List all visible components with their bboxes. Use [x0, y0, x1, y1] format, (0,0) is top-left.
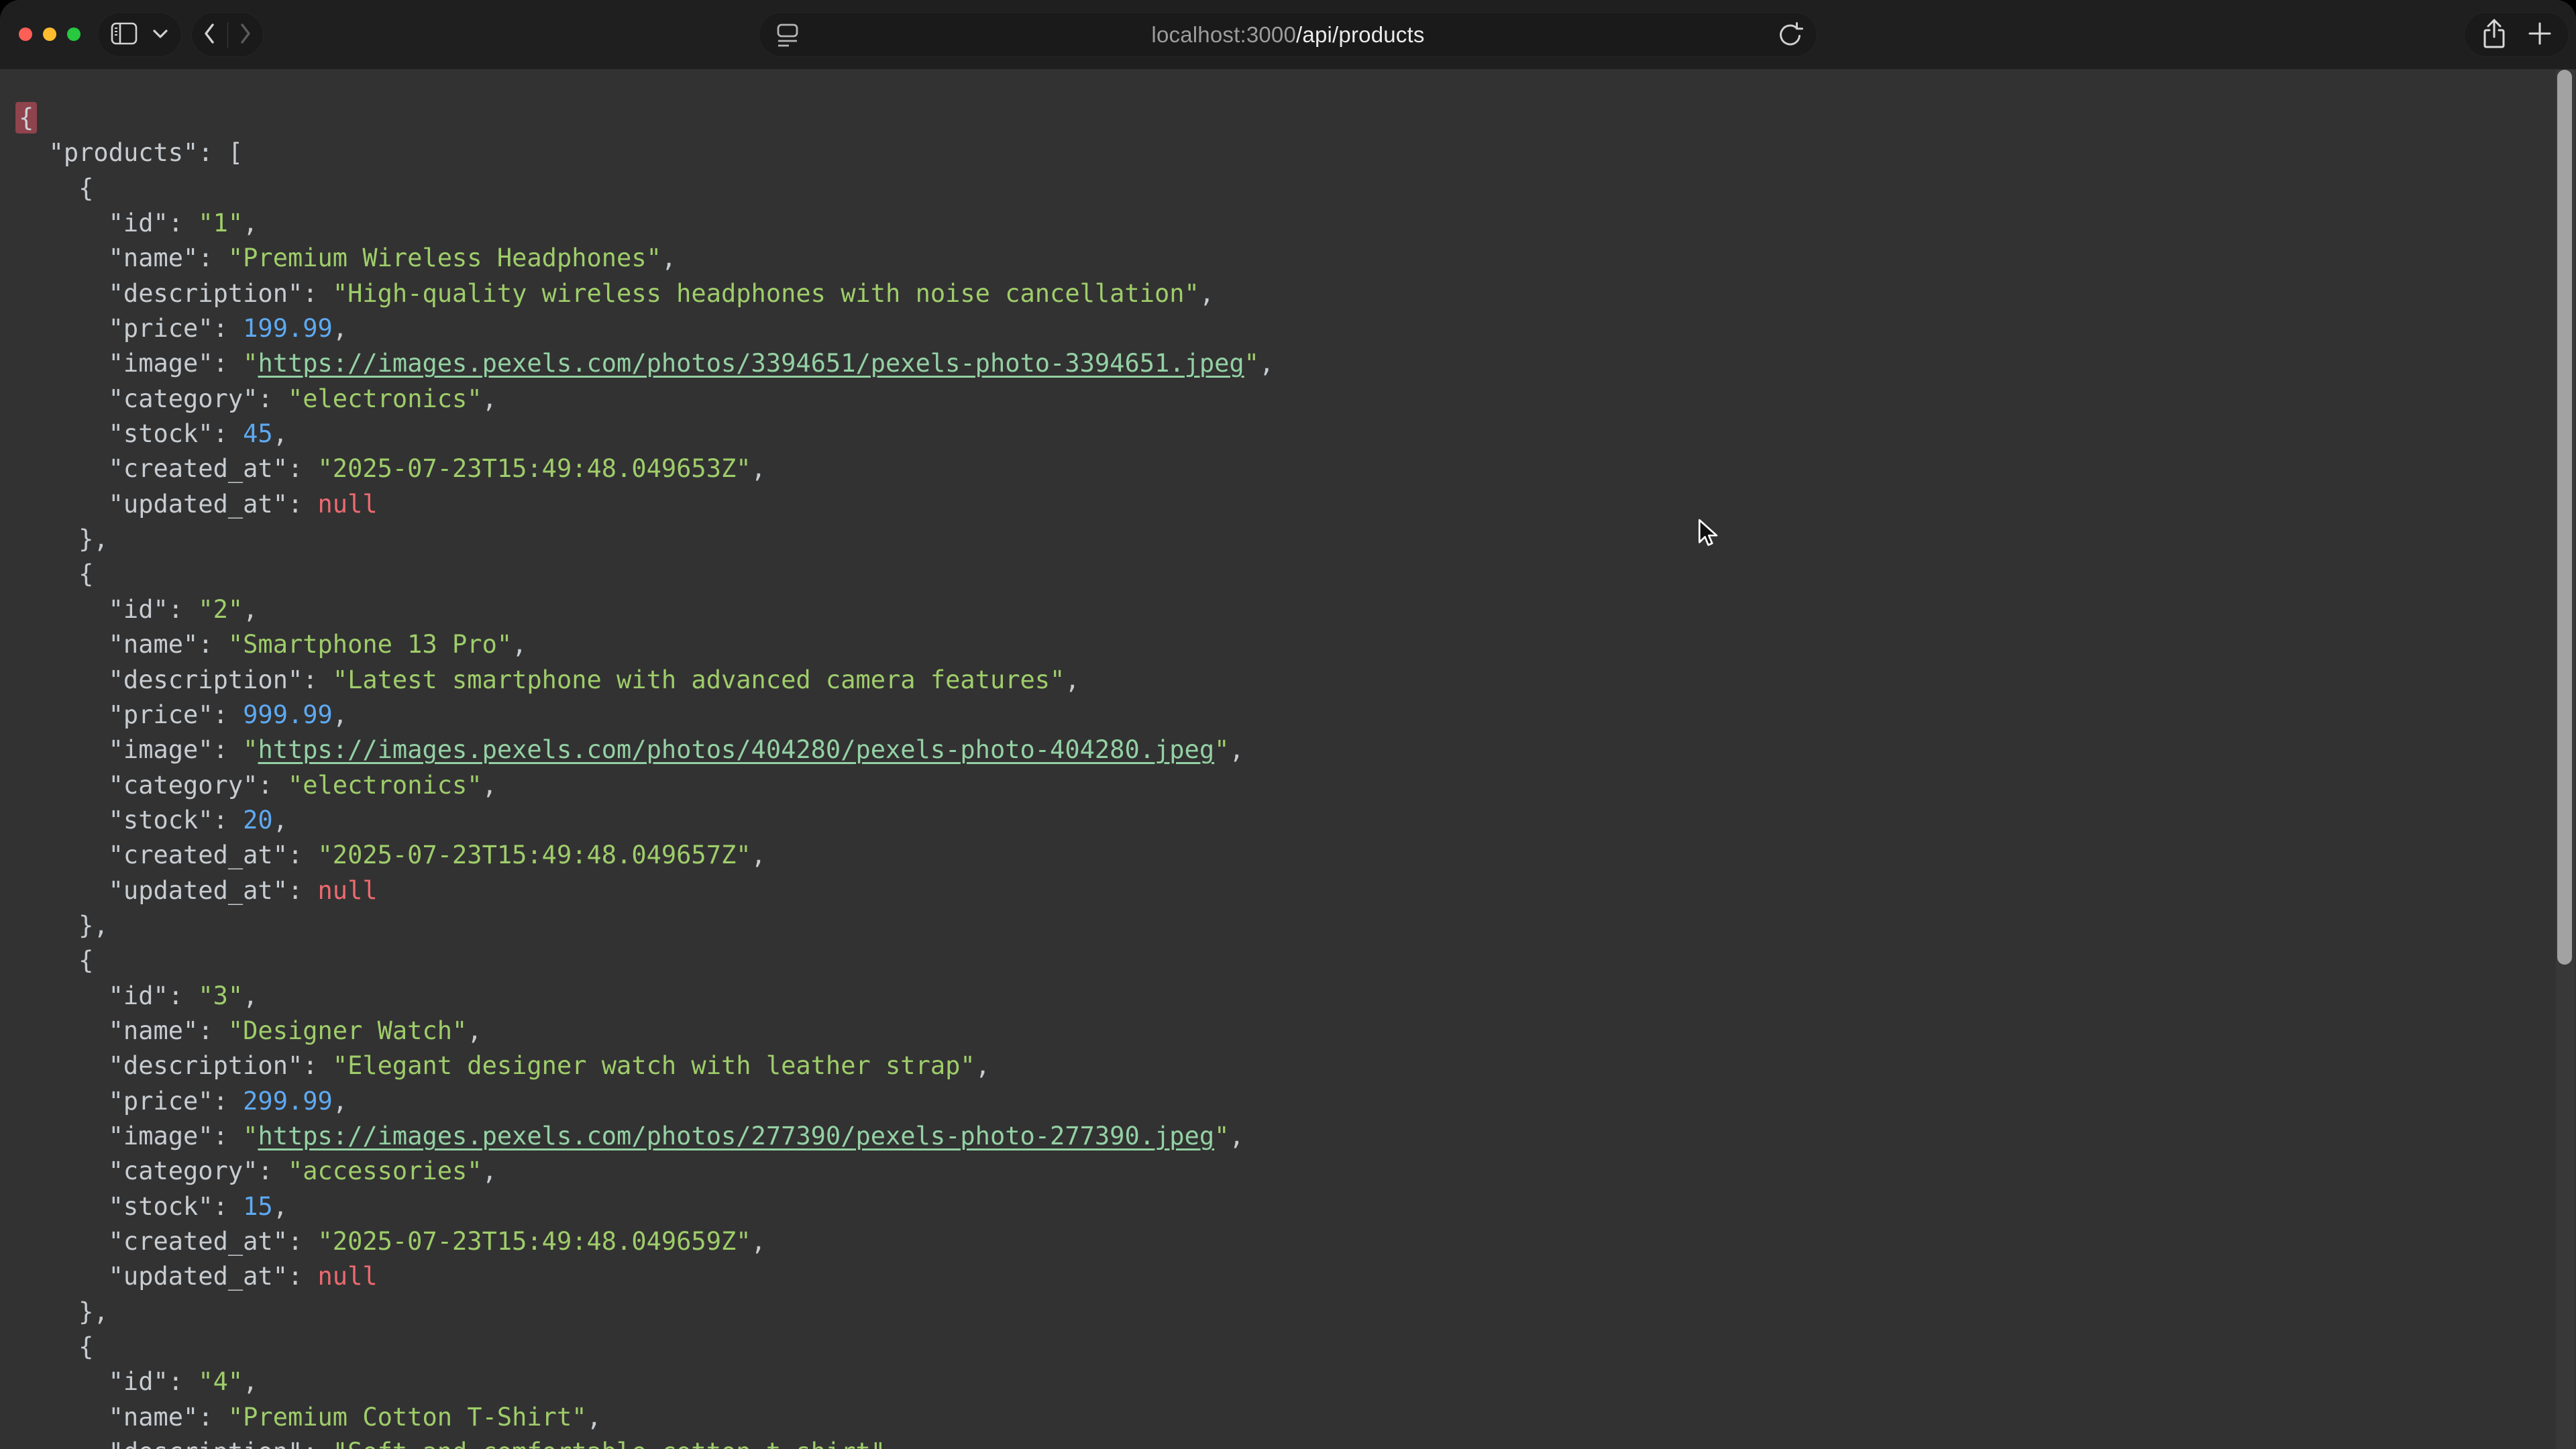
- minimize-button[interactable]: [43, 28, 56, 41]
- share-icon: [2480, 17, 2508, 52]
- image-url-link[interactable]: https://images.pexels.com/photos/3394651…: [258, 349, 1244, 378]
- window-controls: [19, 28, 80, 41]
- back-button[interactable]: [203, 22, 216, 47]
- chevron-right-icon: [239, 22, 252, 47]
- refresh-button[interactable]: [1776, 21, 1804, 52]
- plus-icon: [2526, 20, 2553, 49]
- refresh-icon: [1776, 21, 1804, 52]
- share-button[interactable]: [2480, 17, 2508, 52]
- zoom-button[interactable]: [67, 28, 80, 41]
- chevron-left-icon: [203, 22, 216, 47]
- close-button[interactable]: [19, 28, 32, 41]
- forward-button[interactable]: [239, 22, 252, 47]
- url-path: /api/products: [1296, 22, 1425, 47]
- browser-window: localhost:3000/api/products: [0, 0, 2576, 1449]
- browser-toolbar: localhost:3000/api/products: [0, 0, 2576, 69]
- url-text: localhost:3000/api/products: [1151, 22, 1424, 48]
- navigation-button-group: [191, 12, 264, 57]
- sidebar-button-group: [97, 12, 182, 57]
- scrollbar-thumb[interactable]: [2557, 70, 2572, 965]
- image-url-link[interactable]: https://images.pexels.com/photos/277390/…: [258, 1122, 1214, 1150]
- url-host: localhost:3000: [1151, 22, 1296, 47]
- sidebar-toggle-button[interactable]: [111, 22, 138, 47]
- actions-button-group: [2464, 12, 2569, 57]
- page-settings-button[interactable]: [773, 20, 802, 52]
- image-url-link[interactable]: https://images.pexels.com/photos/404280/…: [258, 735, 1214, 764]
- json-viewer-content: { "products": [ { "id": "1", "name": "Pr…: [0, 69, 2576, 1449]
- page-settings-icon: [773, 20, 802, 52]
- address-bar[interactable]: localhost:3000/api/products: [759, 12, 1817, 57]
- tab-overview-button[interactable]: [152, 29, 168, 41]
- new-tab-button[interactable]: [2526, 20, 2553, 49]
- sidebar-icon: [111, 22, 138, 47]
- highlighted-brace: {: [15, 102, 37, 133]
- chevron-down-icon: [152, 29, 168, 41]
